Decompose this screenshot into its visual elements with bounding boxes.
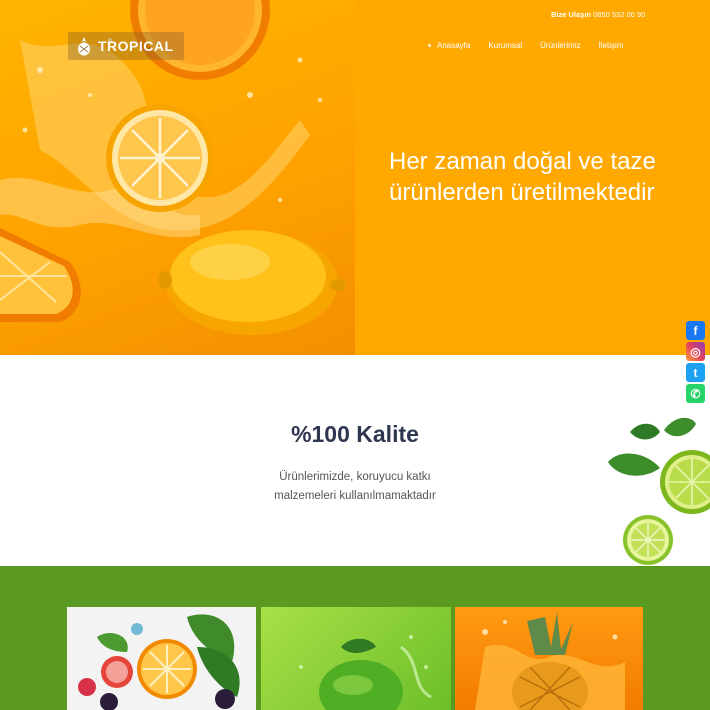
quality-section: %100 Kalite Ürünlerimizde, koruyucu katk… [0, 355, 710, 566]
twitter-icon[interactable]: t [686, 363, 705, 382]
quality-text: Ürünlerimizde, koruyucu katkı malzemeler… [274, 471, 436, 502]
contact-phone[interactable]: 0850 532 00 90 [593, 10, 645, 19]
product-card-lime[interactable] [261, 607, 451, 710]
main-nav: Anasayfa Kurumsal Ürünlerimiz İletişim [428, 41, 624, 50]
social-bar: f ◎ t ✆ [686, 321, 706, 403]
instagram-icon[interactable]: ◎ [686, 342, 705, 361]
hero-heading: Her zaman doğal ve taze ürünlerden üreti… [389, 148, 656, 206]
logo[interactable]: TROPICAL [68, 32, 184, 60]
pineapple-icon [78, 37, 90, 56]
contact-info: Bize Ulaşın 0850 532 00 90 [551, 10, 645, 19]
nav-item-label: İletişim [598, 41, 624, 50]
nav-item-contact[interactable]: İletişim [599, 41, 624, 50]
nav-item-label: Ürünlerimiz [540, 41, 581, 50]
contact-label: Bize Ulaşın [551, 10, 592, 19]
product-card-fruits[interactable] [67, 607, 256, 710]
page: TROPICAL Bize Ulaşın 0850 532 00 90 Anas… [0, 0, 710, 710]
nav-item-home[interactable]: Anasayfa [428, 41, 470, 50]
nav-item-label: Kurumsal [488, 41, 523, 50]
brand-name: TROPICAL [98, 38, 174, 54]
active-dot-icon [428, 44, 431, 48]
nav-item-corporate[interactable]: Kurumsal [488, 41, 522, 50]
facebook-icon[interactable]: f [686, 321, 705, 340]
hero-section: TROPICAL Bize Ulaşın 0850 532 00 90 Anas… [0, 0, 710, 355]
nav-item-products[interactable]: Ürünlerimiz [540, 41, 580, 50]
whatsapp-icon[interactable]: ✆ [686, 384, 705, 403]
products-section [0, 566, 710, 710]
product-card-pineapple[interactable] [455, 607, 643, 710]
nav-item-label: Anasayfa [437, 41, 471, 50]
lime-mint-decoration [608, 417, 710, 565]
